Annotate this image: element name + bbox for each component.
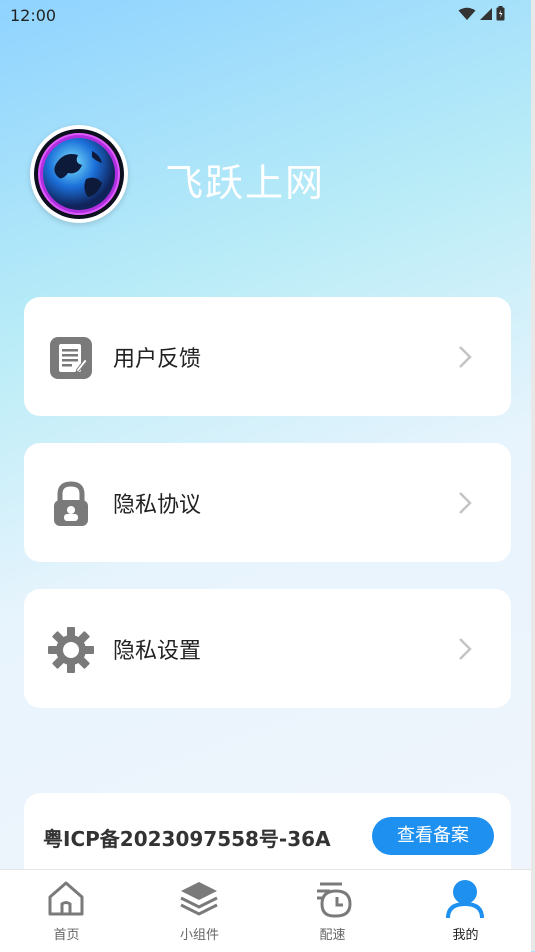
icp-number: 粤ICP备2023097558号-36A <box>43 827 331 851</box>
app-name: 飞跃上网 <box>165 161 326 205</box>
chevron-right-icon <box>459 346 472 368</box>
wifi-icon <box>458 7 476 20</box>
nav-label: 小组件 <box>179 928 219 943</box>
signal-icon <box>480 7 492 20</box>
nav-item-speed[interactable]: 配速 <box>266 870 399 952</box>
home-icon <box>48 881 84 916</box>
status-bar: 12:00 <box>0 0 535 30</box>
feedback-doc-icon <box>50 337 92 379</box>
nav-item-widgets[interactable]: 小组件 <box>133 870 266 952</box>
battery-icon <box>496 6 505 21</box>
app-logo-globe-icon <box>34 129 124 219</box>
menu-item-feedback[interactable]: 用户反馈 <box>24 297 511 416</box>
chevron-right-icon <box>459 492 472 514</box>
nav-label: 配速 <box>319 928 346 943</box>
nav-item-mine[interactable]: 我的 <box>399 870 532 952</box>
status-time: 12:00 <box>10 6 57 25</box>
menu-item-label: 用户反馈 <box>113 347 202 372</box>
user-icon <box>446 880 484 918</box>
gear-icon <box>48 627 94 673</box>
menu-item-label: 隐私协议 <box>113 493 202 518</box>
view-icp-button[interactable]: 查看备案 <box>372 817 494 855</box>
nav-item-home[interactable]: 首页 <box>0 870 133 952</box>
menu-item-privacy-settings[interactable]: 隐私设置 <box>24 589 511 708</box>
bottom-nav: 首页 小组件 配速 我的 <box>0 869 531 952</box>
scrollbar-edge <box>531 0 535 951</box>
layers-icon <box>180 882 218 916</box>
nav-label: 首页 <box>53 928 80 943</box>
avatar[interactable] <box>30 125 128 223</box>
menu-item-privacy-policy[interactable]: 隐私协议 <box>24 443 511 562</box>
lock-icon <box>54 481 88 526</box>
chevron-right-icon <box>459 638 472 660</box>
menu-item-label: 隐私设置 <box>113 639 202 664</box>
speed-history-icon <box>317 882 352 918</box>
status-icons <box>458 6 505 21</box>
nav-label: 我的 <box>452 928 479 943</box>
